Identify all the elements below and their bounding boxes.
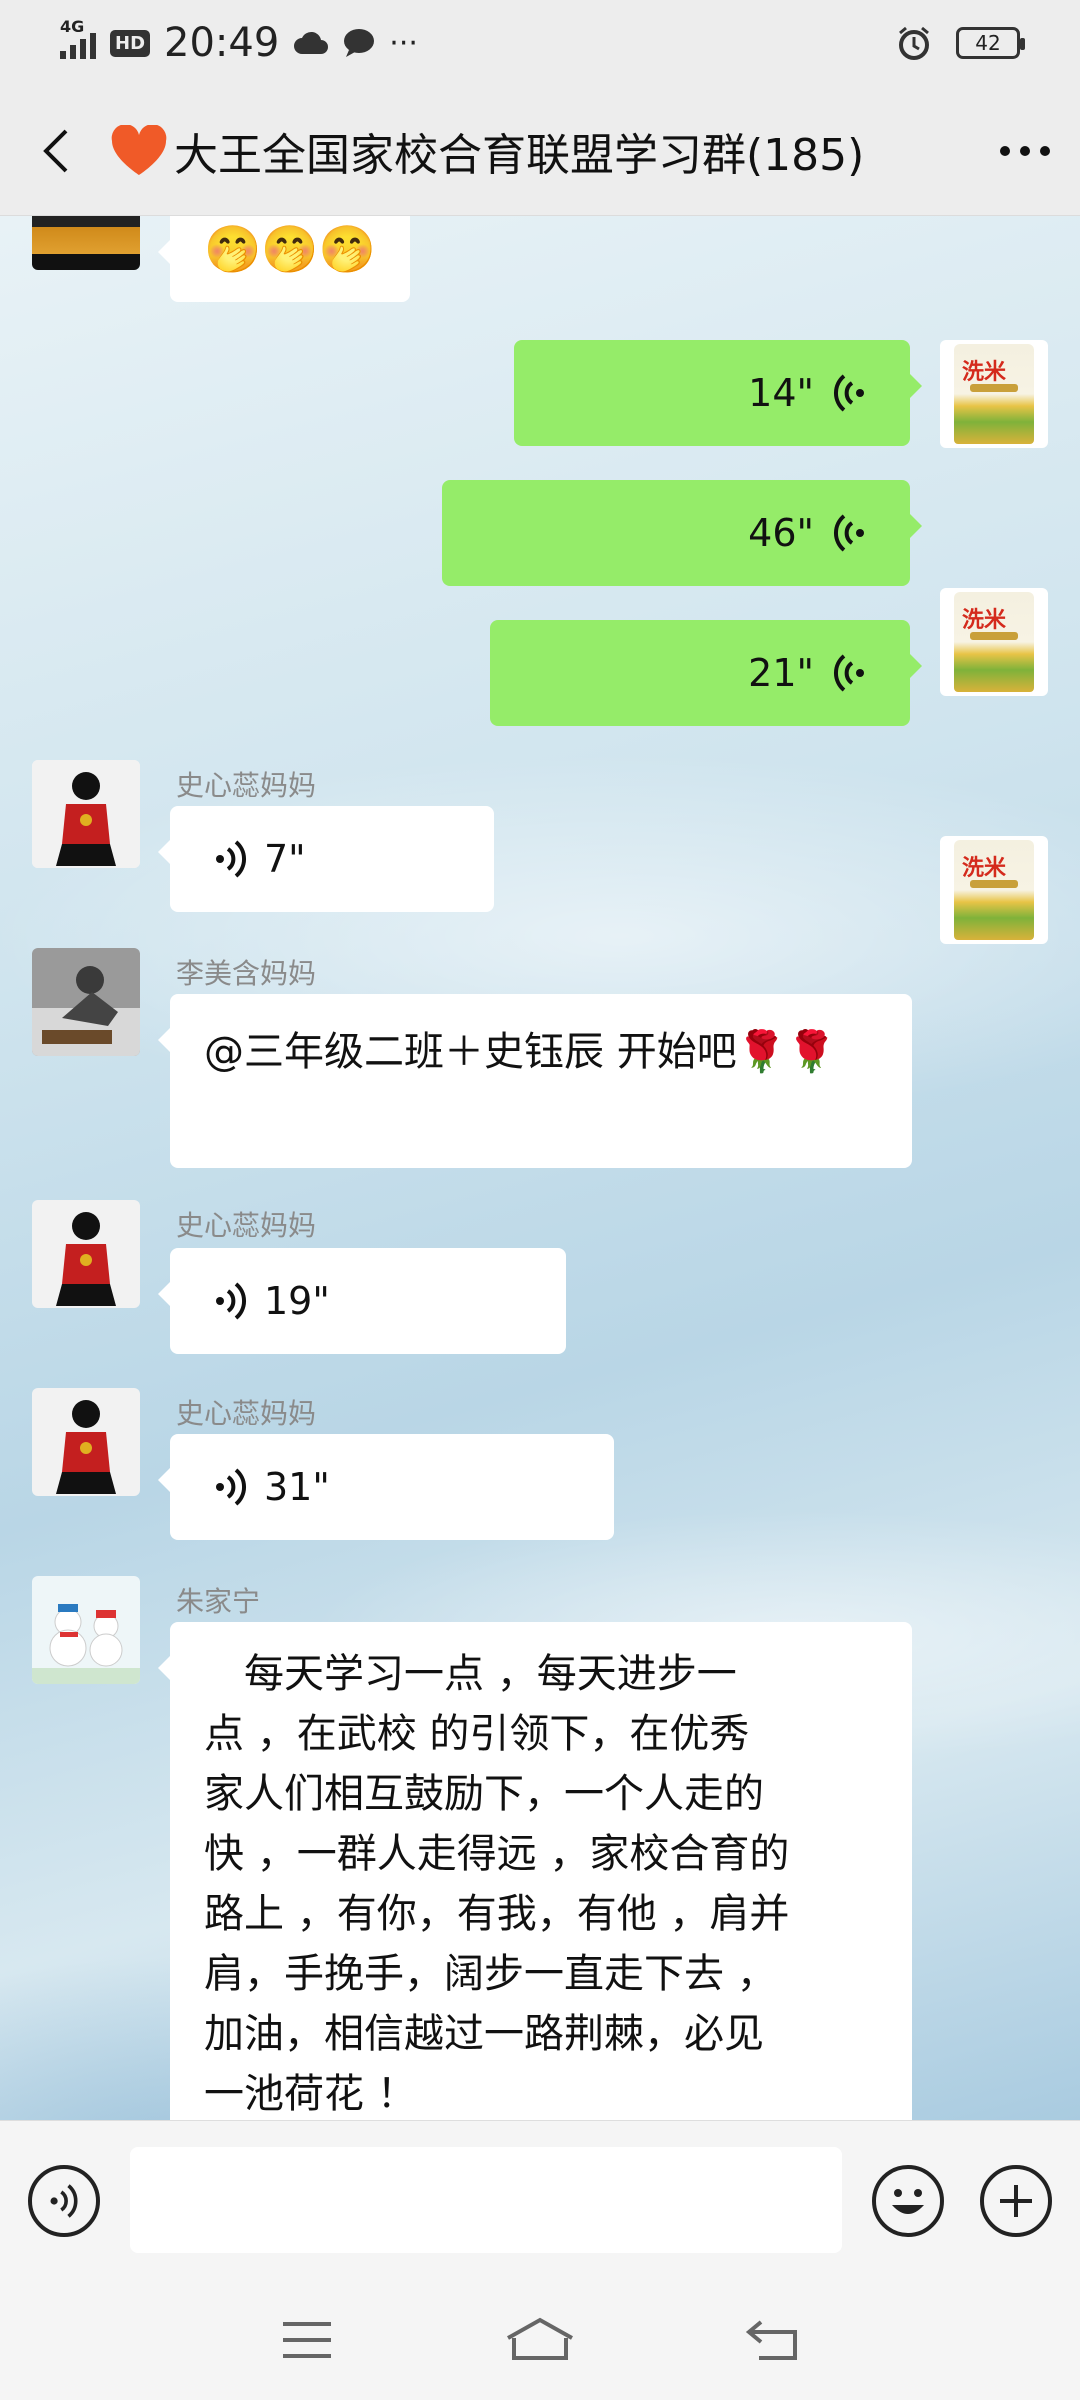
- hd-badge: HD: [110, 29, 151, 57]
- more-notifications: ···: [389, 25, 418, 61]
- text-line: 家人们相互鼓励下，一个人走的: [204, 1771, 764, 1817]
- message-text: @三年级二班＋史钰辰 开始吧🌹🌹: [204, 1029, 837, 1075]
- system-nav-bar: [0, 2280, 1080, 2400]
- voice-message[interactable]: 7": [158, 806, 494, 912]
- back-button[interactable]: [0, 86, 110, 216]
- sender-name: 朱家宁: [176, 1585, 261, 1618]
- avatar[interactable]: 洗米: [940, 340, 1048, 448]
- message-list[interactable]: 🤭🤭🤭 14" 洗米 46" 洗米 21" 洗米 史心蕊妈妈 7" 李美含妈妈 …: [0, 216, 1080, 2120]
- input-bar: [0, 2120, 1080, 2280]
- sender-name: 史心蕊妈妈: [176, 1209, 317, 1242]
- voice-message[interactable]: 21": [490, 620, 922, 726]
- status-bar: 4G HD 20:49 ··· 42: [0, 0, 1080, 86]
- sender-name: 史心蕊妈妈: [176, 769, 317, 802]
- avatar[interactable]: [32, 760, 140, 868]
- voice-duration: 19": [264, 1279, 330, 1323]
- avatar[interactable]: [32, 1576, 140, 1684]
- voice-duration: 46": [748, 511, 814, 555]
- message-bubble[interactable]: 🤭🤭🤭: [158, 216, 410, 302]
- avatar[interactable]: 洗米: [940, 836, 1048, 944]
- person-avatar-image: [32, 1388, 140, 1496]
- voice-wave-icon: [216, 1282, 247, 1320]
- avatar[interactable]: [32, 1388, 140, 1496]
- add-button[interactable]: [980, 2165, 1052, 2237]
- voice-duration: 14": [748, 371, 814, 415]
- avatar-brand-text: 洗米: [962, 359, 1007, 385]
- voice-wave-icon: [216, 840, 247, 878]
- avatar[interactable]: [32, 948, 140, 1056]
- chat-info-button[interactable]: [970, 86, 1080, 216]
- menu-button[interactable]: [262, 2295, 352, 2385]
- text-line: 加油，相信越过一路荆棘，必见: [204, 2011, 764, 2057]
- voice-icon: [50, 2184, 78, 2218]
- sender-name: 史心蕊妈妈: [176, 1397, 317, 1430]
- voice-wave-icon: [216, 1468, 247, 1506]
- back-arrow-icon: [746, 2320, 798, 2360]
- alarm-icon: [899, 26, 929, 60]
- voice-message[interactable]: 46": [442, 480, 922, 586]
- text-line: 路上 ，有你，有我，有他 ，肩并: [204, 1891, 790, 1937]
- voice-wave-icon: [833, 654, 864, 692]
- chat-title: 大王全国家校合育联盟学习群(185): [110, 119, 864, 183]
- voice-wave-icon: [833, 514, 864, 552]
- voice-duration: 21": [748, 651, 814, 695]
- text-line: 快 ，一群人走得远 ，家校合育的: [204, 1831, 790, 1877]
- voice-input-button[interactable]: [28, 2165, 100, 2237]
- network-type: 4G: [60, 17, 85, 36]
- text-line: 肩，手挽手，阔步一直走下去 ，: [204, 1951, 777, 1997]
- sender-name: 李美含妈妈: [176, 957, 317, 990]
- cloud-icon: [294, 31, 329, 54]
- person-avatar-image: [32, 760, 140, 868]
- message-bubble[interactable]: @三年级二班＋史钰辰 开始吧🌹🌹: [158, 994, 912, 1168]
- person-avatar-image: [32, 1200, 140, 1308]
- heart-icon: [111, 124, 167, 175]
- chevron-left-icon: [43, 129, 68, 172]
- emoji-button[interactable]: [872, 2165, 944, 2237]
- voice-message[interactable]: 19": [158, 1248, 566, 1354]
- avatar[interactable]: 洗米: [940, 588, 1048, 696]
- voice-duration: 31": [264, 1465, 330, 1509]
- avatar[interactable]: [32, 1200, 140, 1308]
- voice-wave-icon: [833, 374, 864, 412]
- emoji-text: 🤭🤭🤭: [204, 222, 376, 276]
- menu-icon: [282, 2322, 331, 2358]
- text-line: 每天学习一点 ，每天进步一: [204, 1651, 737, 1697]
- avatar[interactable]: [32, 216, 140, 270]
- clock: 20:49: [164, 20, 280, 66]
- voice-message[interactable]: 31": [158, 1434, 614, 1540]
- chat-notification-icon: [344, 29, 375, 57]
- message-bubble[interactable]: 每天学习一点 ，每天进步一 点 ，在武校 的引领下，在优秀 家人们相互鼓励下，一…: [158, 1622, 912, 2120]
- smiley-icon: [892, 2189, 924, 2214]
- snowman-avatar-image: [32, 1576, 140, 1684]
- plus-icon: [1000, 2185, 1032, 2217]
- battery-level: 42: [975, 31, 1001, 55]
- avatar-brand-text: 洗米: [962, 855, 1007, 881]
- home-icon: [507, 2317, 573, 2360]
- signal-icon: 4G: [60, 17, 96, 59]
- back-nav-button[interactable]: [728, 2295, 818, 2385]
- person-avatar-image: [32, 948, 140, 1056]
- group-name: 大王全国家校合育联盟学习群(185): [174, 129, 865, 181]
- avatar-brand-text: 洗米: [962, 607, 1007, 633]
- more-icon: [1000, 145, 1050, 156]
- battery-icon: 42: [956, 27, 1025, 59]
- text-line: 点 ，在武校 的引领下，在优秀: [204, 1711, 750, 1757]
- voice-duration: 7": [264, 837, 306, 881]
- chat-header: 大王全国家校合育联盟学习群(185): [0, 86, 1080, 216]
- message-text: 每天学习一点 ，每天进步一 点 ，在武校 的引领下，在优秀 家人们相互鼓励下，一…: [204, 1644, 878, 2120]
- home-button[interactable]: [495, 2295, 585, 2385]
- message-input[interactable]: [130, 2147, 842, 2253]
- voice-message[interactable]: 14": [514, 340, 922, 446]
- text-line: 一池荷花 ！: [204, 2071, 417, 2117]
